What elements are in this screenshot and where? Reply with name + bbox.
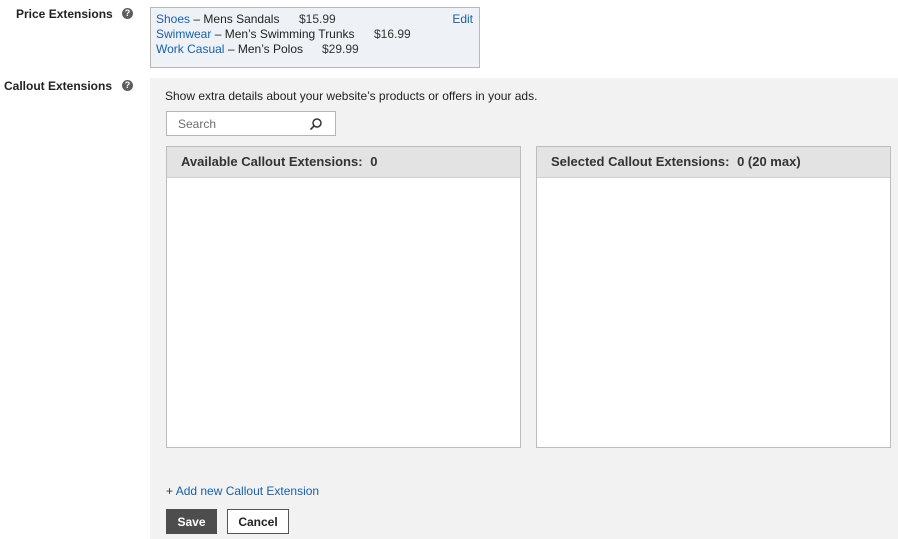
- price-extensions-summary: Shoes – Mens Sandals $15.99 Swimwear – M…: [150, 7, 480, 68]
- price-item-separator: –: [214, 27, 222, 41]
- selected-callouts-list[interactable]: Selected Callout Extensions: 0 (20 max): [536, 146, 891, 448]
- callout-extensions-label: Callout Extensions: [4, 79, 113, 93]
- price-item-name: Men’s Swimming Trunks: [224, 27, 355, 41]
- price-item-category[interactable]: Shoes: [156, 12, 190, 26]
- price-item-price: $29.99: [322, 42, 359, 56]
- add-callout-extension-link[interactable]: + Add new Callout Extension: [166, 484, 319, 498]
- available-callouts-title: Available Callout Extensions:: [181, 154, 363, 169]
- available-callouts-header: Available Callout Extensions: 0: [167, 147, 520, 178]
- add-callout-extension-label: Add new Callout Extension: [175, 484, 320, 498]
- price-item-row: Swimwear – Men’s Swimming Trunks: [156, 27, 355, 41]
- available-callouts-count: 0: [370, 154, 378, 169]
- search-icon[interactable]: [309, 117, 323, 131]
- price-item-price: $15.99: [299, 12, 336, 26]
- price-item-separator: –: [227, 42, 235, 56]
- price-item-name: Mens Sandals: [203, 12, 280, 26]
- search-input[interactable]: [167, 112, 307, 135]
- price-item-row: Shoes – Mens Sandals: [156, 12, 279, 26]
- plus-icon: +: [166, 484, 174, 498]
- help-icon[interactable]: ?: [122, 8, 133, 19]
- price-item-price: $16.99: [374, 27, 411, 41]
- price-item-category[interactable]: Swimwear: [156, 27, 211, 41]
- callout-description: Show extra details about your website’s …: [165, 89, 538, 103]
- available-callouts-list[interactable]: Available Callout Extensions: 0: [166, 146, 521, 448]
- price-item-category[interactable]: Work Casual: [156, 42, 224, 56]
- selected-callouts-title: Selected Callout Extensions:: [551, 154, 730, 169]
- price-item-name: Men’s Polos: [237, 42, 303, 56]
- cancel-button[interactable]: Cancel: [227, 509, 289, 534]
- price-item-row: Work Casual – Men’s Polos: [156, 42, 303, 56]
- help-icon[interactable]: ?: [122, 80, 133, 91]
- selected-callouts-header: Selected Callout Extensions: 0 (20 max): [537, 147, 890, 178]
- price-extensions-label: Price Extensions: [16, 7, 113, 21]
- edit-price-extensions-link[interactable]: Edit: [452, 12, 473, 26]
- selected-callouts-count: 0 (20 max): [737, 154, 801, 169]
- price-item-separator: –: [193, 12, 201, 26]
- callout-extensions-panel: Show extra details about your website’s …: [150, 78, 898, 539]
- search-box: [166, 111, 336, 136]
- save-button[interactable]: Save: [166, 509, 217, 534]
